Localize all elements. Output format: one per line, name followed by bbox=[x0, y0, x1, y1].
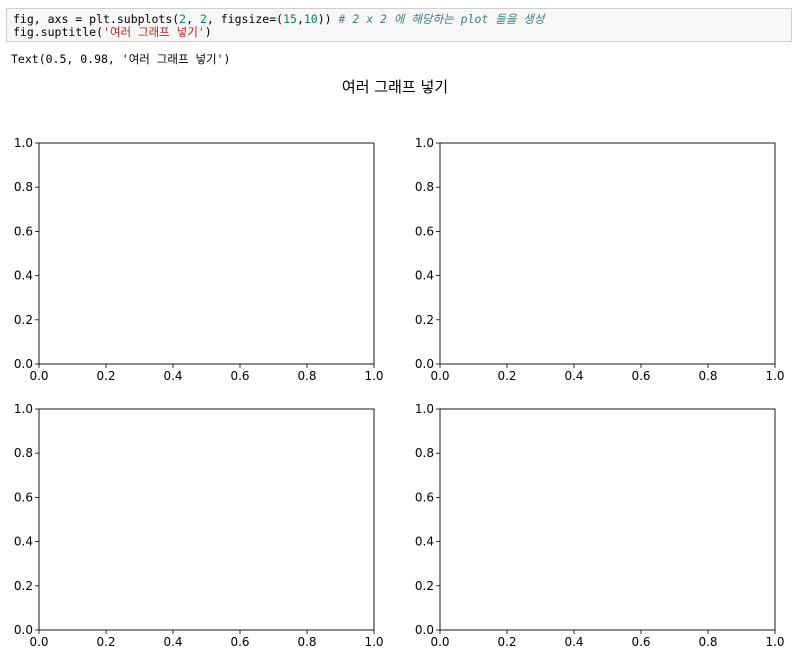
subplot-1: 0.0 0.2 0.4 0.6 0.8 1.0 0.0 0.2 0.4 0.6 0.8 1.0 bbox=[14, 136, 384, 383]
y-tick-label: 0.0 bbox=[14, 357, 33, 371]
figure: 여러 그래프 넣기 0.0 0.2 0.4 0.6 0.8 1.0 0.0 0.2 0.4 0.6… bbox=[14, 78, 785, 649]
y-tick-label: 0.2 bbox=[415, 579, 434, 593]
y-tick-label: 0.2 bbox=[14, 579, 33, 593]
x-tick-label: 1.0 bbox=[364, 369, 383, 383]
x-tick-label: 0.6 bbox=[631, 369, 650, 383]
y-tick-label: 0.2 bbox=[14, 313, 33, 327]
y-tick-label: 0.6 bbox=[415, 224, 434, 238]
x-tick-label: 0.4 bbox=[564, 635, 583, 649]
y-tick-label: 0.8 bbox=[14, 180, 33, 194]
x-tick-label: 0.4 bbox=[163, 369, 182, 383]
x-tick-label: 0.0 bbox=[430, 369, 449, 383]
y-tick-label: 0.8 bbox=[415, 180, 434, 194]
y-tick-label: 1.0 bbox=[415, 402, 434, 416]
x-tick-label: 0.6 bbox=[631, 635, 650, 649]
y-tick-label: 0.6 bbox=[14, 224, 33, 238]
y-tick-label: 0.4 bbox=[415, 269, 434, 283]
x-tick-label: 1.0 bbox=[364, 635, 383, 649]
y-tick-label: 0.0 bbox=[415, 357, 434, 371]
x-tick-label: 1.0 bbox=[765, 635, 784, 649]
y-tick-label: 0.4 bbox=[14, 535, 33, 549]
y-tick-label: 0.4 bbox=[14, 269, 33, 283]
x-tick-label: 0.2 bbox=[497, 369, 516, 383]
x-tick-label: 0.4 bbox=[564, 369, 583, 383]
x-tick-label: 0.4 bbox=[163, 635, 182, 649]
subplot-2: 0.0 0.2 0.4 0.6 0.8 1.0 0.0 0.2 0.4 0.6 0.8 1.0 bbox=[415, 136, 785, 383]
x-tick-label: 0.0 bbox=[29, 635, 48, 649]
subplot-4: 0.0 0.2 0.4 0.6 0.8 1.0 0.0 0.2 0.4 0.6 0.8 1.0 bbox=[415, 402, 785, 649]
y-tick-label: 0.4 bbox=[415, 535, 434, 549]
subplot-3: 0.0 0.2 0.4 0.6 0.8 1.0 0.0 0.2 0.4 0.6 0.8 1.0 bbox=[14, 402, 384, 649]
x-tick-label: 0.2 bbox=[497, 635, 516, 649]
y-tick-label: 1.0 bbox=[14, 402, 33, 416]
y-tick-label: 1.0 bbox=[14, 136, 33, 150]
axes-frame bbox=[439, 408, 776, 631]
y-tick-label: 1.0 bbox=[415, 136, 434, 150]
y-tick-label: 0.0 bbox=[415, 623, 434, 637]
x-tick-label: 0.0 bbox=[430, 635, 449, 649]
figure-suptitle: 여러 그래프 넣기 bbox=[342, 78, 448, 96]
x-tick-label: 0.8 bbox=[698, 635, 717, 649]
y-tick-label: 0.6 bbox=[14, 490, 33, 504]
x-tick-label: 0.8 bbox=[698, 369, 717, 383]
x-tick-label: 0.6 bbox=[230, 635, 249, 649]
axes-frame bbox=[38, 408, 375, 631]
x-tick-label: 0.6 bbox=[230, 369, 249, 383]
x-tick-label: 0.8 bbox=[297, 635, 316, 649]
axes-layer: 0.0 0.2 0.4 0.6 0.8 1.00.00.20.40.60.81.00.0 0… bbox=[14, 136, 785, 649]
x-tick-label: 0.2 bbox=[96, 369, 115, 383]
x-tick-label: 1.0 bbox=[765, 369, 784, 383]
y-tick-label: 0.2 bbox=[415, 313, 434, 327]
x-tick-label: 0.8 bbox=[297, 369, 316, 383]
axes-frame bbox=[439, 142, 776, 365]
x-tick-label: 0.0 bbox=[29, 369, 48, 383]
axes-frame bbox=[38, 142, 375, 365]
y-tick-label: 0.8 bbox=[14, 446, 33, 460]
y-tick-label: 0.6 bbox=[415, 490, 434, 504]
y-tick-label: 0.8 bbox=[415, 446, 434, 460]
x-tick-label: 0.2 bbox=[96, 635, 115, 649]
y-tick-label: 0.0 bbox=[14, 623, 33, 637]
